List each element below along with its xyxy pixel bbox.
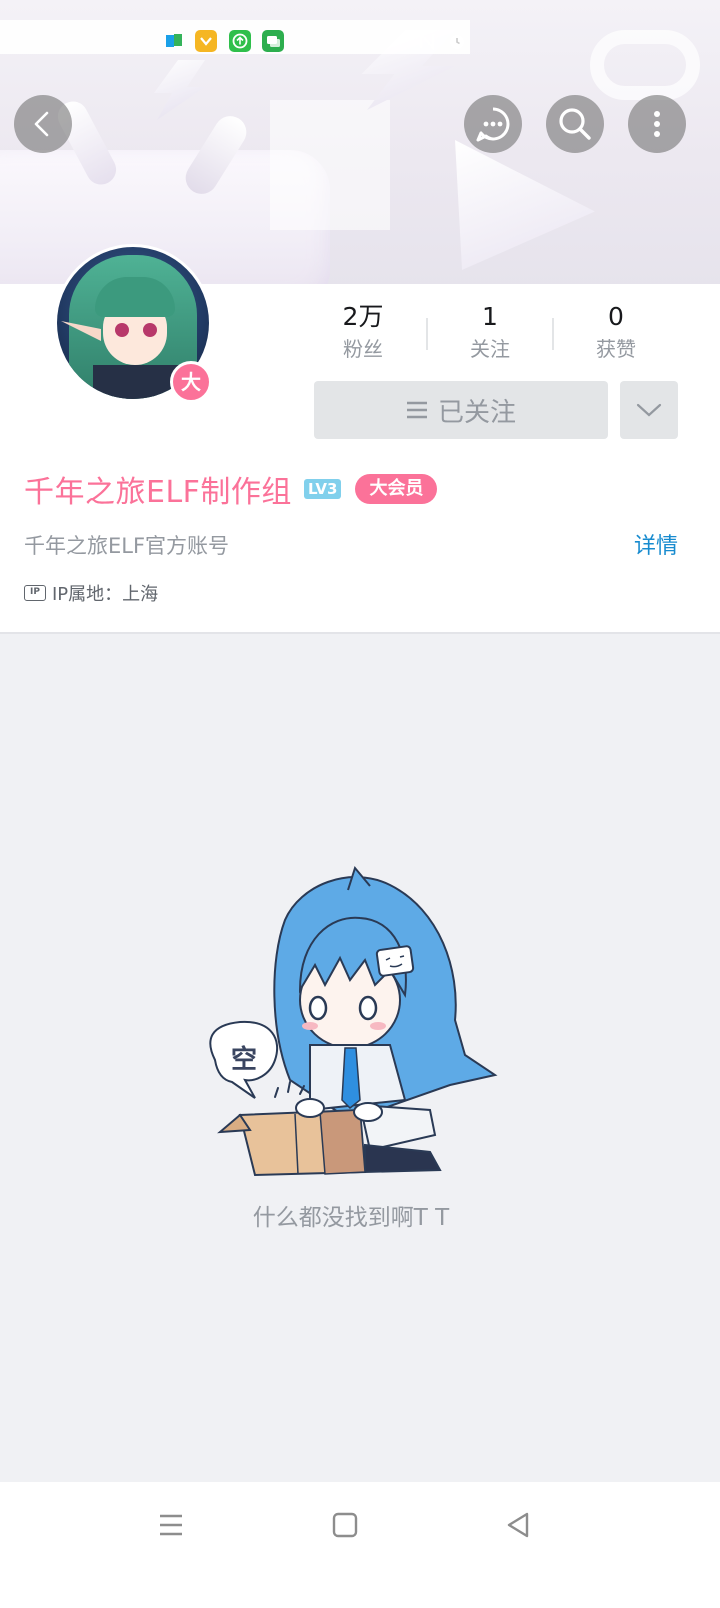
followed-label: 已关注: [437, 397, 516, 428]
ip-location-row: IP IP属地：上海: [24, 580, 158, 606]
recommend-dropdown-button[interactable]: [620, 381, 678, 439]
yellow-app-icon: [195, 30, 217, 52]
search-icon: [559, 108, 591, 140]
map-app-icon: [164, 30, 186, 52]
followed-button[interactable]: 已关注: [314, 381, 608, 439]
empty-state-illustration: 空: [209, 865, 498, 1177]
nfc-icon: [416, 30, 438, 52]
stat-likes[interactable]: 0 获赞: [566, 300, 666, 370]
more-button[interactable]: [628, 95, 686, 153]
empty-bubble-text: 空: [231, 1044, 257, 1075]
detail-link[interactable]: 详情: [634, 528, 678, 560]
chat-bubble-icon: [476, 107, 510, 142]
empty-message: 什么都没找到啊T T: [252, 1205, 450, 1231]
level-badge: LV3: [303, 479, 342, 499]
stat-following[interactable]: 1 关注: [440, 300, 540, 370]
name-row: 千年之旅ELF制作组 LV3 大会员: [24, 466, 438, 512]
alarm-icon: [446, 30, 468, 52]
stat-divider: [426, 318, 428, 350]
search-button[interactable]: [546, 95, 604, 153]
square-home-icon: [332, 1512, 358, 1538]
home-button[interactable]: [315, 1500, 375, 1550]
menu-lines-icon: [406, 401, 427, 419]
message-app-icon: [262, 30, 284, 52]
big-vip-avatar-badge: 大: [170, 361, 212, 403]
ip-icon: IP: [24, 585, 46, 601]
stat-fans[interactable]: 2万 粉丝: [313, 300, 413, 370]
more-vertical-icon: [654, 111, 660, 137]
stat-divider: [552, 318, 554, 350]
vip-badge[interactable]: 大会员: [355, 474, 438, 504]
upload-app-icon: [229, 30, 251, 52]
menu-icon: [160, 1514, 182, 1536]
chevron-left-icon: [34, 111, 49, 137]
chevron-down-icon: [636, 403, 662, 417]
following-label: 关注: [470, 337, 510, 361]
profile-page: 大 2万 粉丝 1 关注 0 获赞 已关注 千年之旅ELF制作组 LV3 大会员…: [0, 0, 720, 1608]
ip-location: IP属地：上海: [52, 584, 159, 605]
fans-label: 粉丝: [343, 337, 383, 361]
user-name: 千年之旅ELF制作组: [24, 475, 292, 510]
recent-apps-button[interactable]: [141, 1500, 201, 1550]
fans-count: 2万: [342, 302, 384, 331]
likes-count: 0: [608, 302, 624, 331]
message-button[interactable]: [464, 95, 522, 153]
nav-back-button[interactable]: [488, 1500, 548, 1550]
back-button[interactable]: [14, 95, 72, 153]
triangle-back-icon: [507, 1512, 529, 1538]
following-count: 1: [482, 302, 498, 331]
user-sign: 千年之旅ELF官方账号: [24, 534, 230, 558]
likes-label: 获赞: [596, 337, 636, 361]
